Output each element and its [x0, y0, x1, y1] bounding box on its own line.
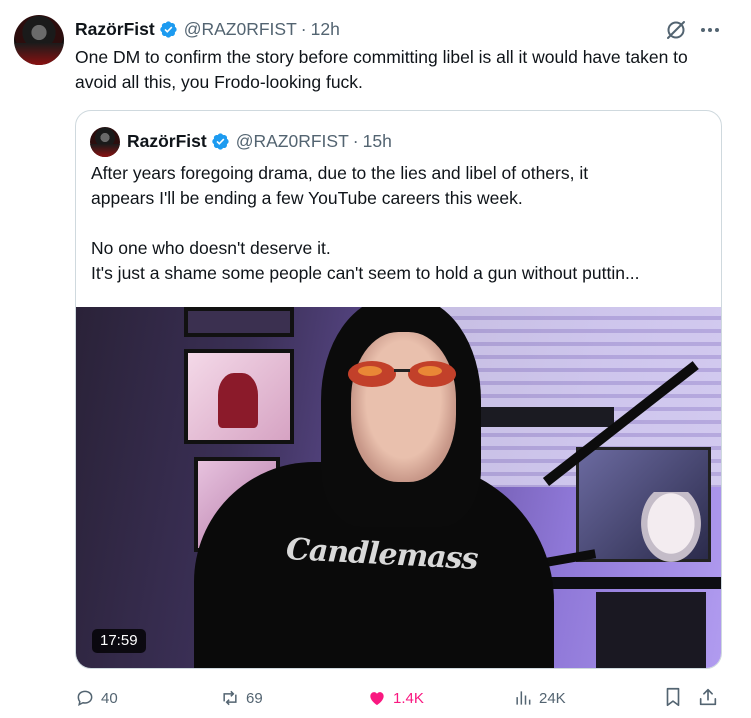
more-icon[interactable] — [697, 18, 723, 42]
bookmark-icon[interactable] — [662, 686, 684, 708]
quoted-text-line: After years foregoing drama, due to the … — [91, 163, 589, 183]
grok-icon[interactable] — [664, 18, 688, 42]
repost-button[interactable]: 69 — [220, 684, 263, 712]
reply-count: 40 — [101, 689, 118, 707]
person-face — [351, 332, 456, 482]
wall-frame — [184, 349, 294, 444]
shelf — [464, 407, 614, 427]
tweet-time[interactable]: 12h — [311, 19, 340, 40]
tweet-header: RazörFist @RAZ0RFIST · 12h — [75, 17, 340, 41]
quoted-text-line: No one who doesn't deserve it. — [91, 238, 331, 258]
sunglasses — [348, 361, 456, 387]
views-count: 24K — [539, 689, 566, 707]
author-handle[interactable]: @RAZ0RFIST — [184, 19, 297, 40]
repost-icon — [223, 690, 237, 706]
quoted-time[interactable]: 15h — [363, 131, 392, 152]
tweet[interactable]: RazörFist @RAZ0RFIST · 12h One DM to con… — [0, 0, 751, 718]
quoted-text: After years foregoing drama, due to the … — [91, 161, 711, 286]
quoted-avatar[interactable] — [90, 127, 120, 157]
verified-badge-icon — [212, 132, 229, 150]
collectible-box — [596, 592, 706, 668]
verified-badge-icon — [160, 20, 177, 38]
action-bar: 40 69 1.4K 24K — [75, 684, 725, 712]
heart-icon — [370, 692, 384, 706]
reply-button[interactable]: 40 — [75, 684, 118, 712]
repost-count: 69 — [246, 689, 263, 707]
author-name[interactable]: RazörFist — [75, 19, 155, 40]
video-duration: 17:59 — [92, 629, 146, 653]
wall-frame — [184, 307, 294, 337]
quoted-author-name[interactable]: RazörFist — [127, 131, 207, 152]
avatar[interactable] — [14, 15, 64, 65]
quoted-header: RazörFist @RAZ0RFIST · 15h — [127, 129, 392, 153]
quoted-tweet[interactable]: RazörFist @RAZ0RFIST · 15h After years f… — [75, 110, 722, 669]
views-button[interactable]: 24K — [513, 684, 566, 712]
mask-figure — [641, 492, 701, 562]
quoted-text-gap — [91, 211, 711, 236]
quoted-text-line: appears I'll be ending a few YouTube car… — [91, 188, 523, 208]
quoted-handle[interactable]: @RAZ0RFIST — [236, 131, 349, 152]
tweet-text: One DM to confirm the story before commi… — [75, 47, 688, 92]
reply-icon — [77, 690, 93, 707]
like-button[interactable]: 1.4K — [367, 684, 424, 712]
separator-dot: · — [352, 130, 359, 151]
views-icon — [516, 691, 531, 705]
separator-dot: · — [300, 18, 307, 39]
share-icon[interactable] — [697, 686, 719, 708]
like-count: 1.4K — [393, 689, 424, 707]
quoted-text-line: It's just a shame some people can't seem… — [91, 263, 640, 283]
video-thumbnail[interactable]: Candlemass 17:59 — [76, 307, 721, 668]
